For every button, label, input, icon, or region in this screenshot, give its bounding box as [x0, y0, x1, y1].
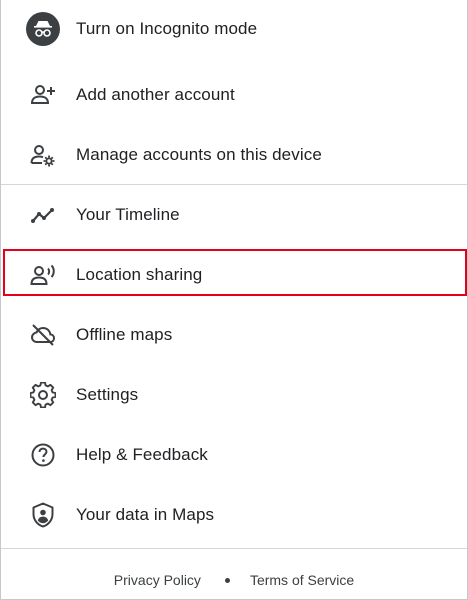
manage-accounts-icon: [26, 138, 60, 172]
section-divider: [1, 184, 467, 185]
incognito-icon: [26, 12, 60, 46]
menu-item-incognito[interactable]: Turn on Incognito mode: [1, 0, 467, 58]
menu-item-label: Turn on Incognito mode: [76, 19, 258, 38]
menu-item-offline-maps[interactable]: Offline maps: [1, 306, 467, 364]
menu-item-your-data[interactable]: Your data in Maps: [1, 486, 467, 544]
menu-item-settings[interactable]: Settings: [1, 366, 467, 424]
menu-item-label: Your Timeline: [76, 205, 180, 224]
shield-person-icon: [26, 498, 60, 532]
menu-item-label: Add another account: [76, 85, 235, 104]
help-icon: [26, 438, 60, 472]
footer-divider: [1, 548, 467, 549]
add-person-icon: [26, 78, 60, 112]
gear-icon: [26, 378, 60, 412]
offline-cloud-icon: [26, 318, 60, 352]
menu-item-label: Settings: [76, 385, 139, 404]
footer: Privacy Policy Terms of Service: [1, 566, 467, 594]
menu-item-manage-accounts[interactable]: Manage accounts on this device: [1, 126, 467, 184]
menu-item-label: Offline maps: [76, 325, 173, 344]
menu-item-label: Help & Feedback: [76, 445, 208, 464]
menu-item-label: Your data in Maps: [76, 505, 215, 524]
timeline-icon: [26, 198, 60, 232]
menu-item-help-feedback[interactable]: Help & Feedback: [1, 426, 467, 484]
menu-item-timeline[interactable]: Your Timeline: [1, 186, 467, 244]
separator-dot: [224, 577, 230, 583]
menu-item-add-account[interactable]: Add another account: [1, 66, 467, 124]
privacy-policy-link[interactable]: Privacy Policy: [114, 572, 201, 588]
terms-of-service-link[interactable]: Terms of Service: [250, 572, 354, 588]
account-menu: Turn on Incognito mode Add another accou…: [0, 0, 468, 600]
menu-item-label: Manage accounts on this device: [76, 145, 322, 164]
highlight-box: [3, 249, 467, 296]
